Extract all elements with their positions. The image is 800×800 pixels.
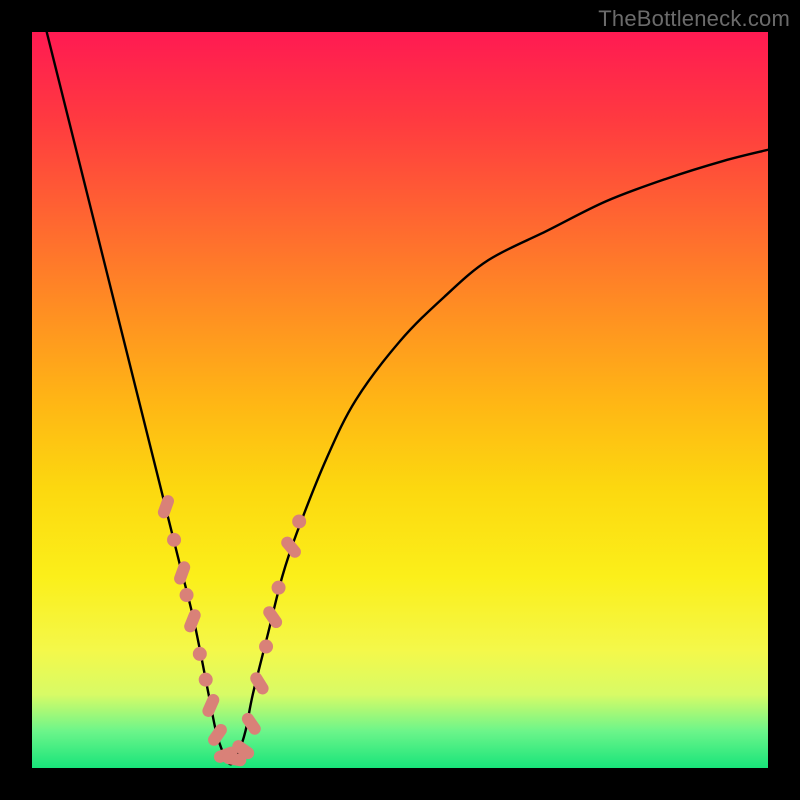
curve-marker	[206, 722, 230, 749]
curve-marker	[182, 607, 202, 634]
plot-area	[32, 32, 768, 768]
bottleneck-curve	[47, 32, 768, 764]
curve-marker	[172, 560, 191, 587]
curve-marker	[180, 588, 194, 602]
chart-svg	[32, 32, 768, 768]
curve-marker	[272, 581, 286, 595]
curve-marker	[199, 673, 213, 687]
curve-marker	[240, 711, 264, 738]
curve-marker	[156, 493, 175, 520]
curve-marker	[248, 670, 271, 697]
watermark-text: TheBottleneck.com	[598, 6, 790, 32]
curve-marker	[200, 692, 221, 719]
chart-frame: TheBottleneck.com	[0, 0, 800, 800]
curve-marker	[261, 604, 285, 631]
curve-marker	[292, 514, 306, 528]
marker-group	[156, 493, 306, 767]
curve-marker	[193, 647, 207, 661]
curve-marker	[259, 640, 273, 654]
curve-marker	[167, 533, 181, 547]
curve-marker	[279, 534, 304, 560]
